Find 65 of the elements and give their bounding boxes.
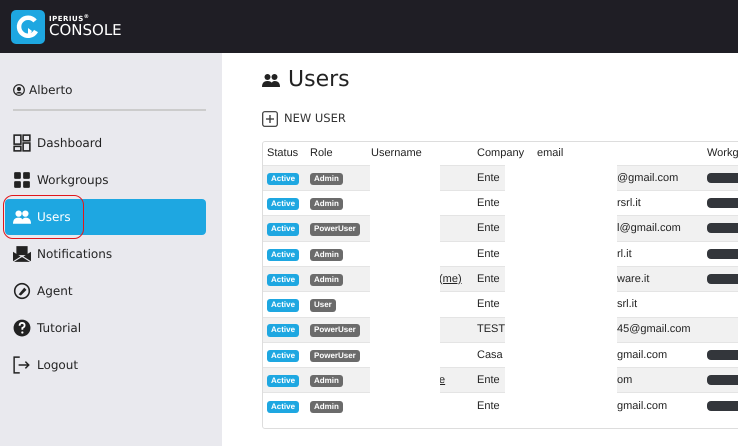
column-header: Username xyxy=(367,142,473,166)
status-badge: Active xyxy=(267,274,300,286)
new-user-button[interactable]: NEW USER xyxy=(262,110,346,128)
table-cell: gmail.com xyxy=(617,348,668,361)
status-badge: Active xyxy=(267,350,300,362)
table-cell: ware.it xyxy=(617,272,650,285)
status-badge: Active xyxy=(267,198,300,210)
table-cell: Ente xyxy=(477,196,500,209)
users-icon xyxy=(262,72,280,86)
table-cell: Ente xyxy=(477,272,500,285)
table-cell: Ente xyxy=(477,374,500,386)
column-header: Company xyxy=(473,142,533,166)
table-cell: @gmail.com xyxy=(617,172,678,184)
status-badge: Active xyxy=(267,400,300,413)
status-badge: Active xyxy=(267,223,300,236)
table-cell: rsrl.it xyxy=(617,196,641,209)
role-badge: PowerUser xyxy=(310,324,360,337)
sidebar-item[interactable]: Notifications xyxy=(5,236,206,272)
user-name: Alberto xyxy=(29,82,73,99)
sidebar-item[interactable]: Logout xyxy=(5,347,206,383)
table-cell: TEST xyxy=(477,323,506,336)
status-badge: Active xyxy=(267,248,300,261)
role-badge: PowerUser xyxy=(310,223,360,236)
role-badge: Admin xyxy=(310,172,343,186)
table-cell: Ente xyxy=(477,222,500,234)
table-cell: om xyxy=(617,374,632,386)
role-badge: Admin xyxy=(310,375,343,388)
table-cell: l@gmail.com xyxy=(617,222,681,234)
plus-icon xyxy=(262,110,278,127)
dashboard-icon xyxy=(13,134,31,152)
brand-name: CONSOLE xyxy=(49,22,122,38)
sidebar-item[interactable]: Dashboard xyxy=(5,125,206,161)
sidebar-item[interactable]: Workgroups xyxy=(5,162,206,198)
role-badge: Admin xyxy=(310,400,343,413)
status-badge: Active xyxy=(267,299,300,312)
status-badge: Active xyxy=(267,324,300,337)
role-badge: User xyxy=(310,299,336,312)
table-cell: rl.it xyxy=(617,248,632,260)
status-badge: Active xyxy=(267,375,300,388)
table-cell: 45@gmail.com xyxy=(617,323,691,336)
table-cell: srl.it xyxy=(617,298,638,310)
role-badge: Admin xyxy=(310,198,343,210)
table-cell: Ente xyxy=(477,298,500,310)
status-badge: Active xyxy=(267,172,300,186)
sidebar-item[interactable]: Tutorial xyxy=(5,310,206,346)
column-header: Status xyxy=(263,142,306,166)
table-cell: Ente xyxy=(477,248,500,260)
username-link[interactable]: (me) xyxy=(439,272,462,285)
table-cell: Casa xyxy=(477,348,503,361)
role-badge: Admin xyxy=(310,274,343,286)
column-header: Role xyxy=(306,142,367,166)
logo-icon xyxy=(11,10,45,44)
table-cell: Ente xyxy=(477,400,500,412)
sidebar-item[interactable]: Agent xyxy=(5,273,206,309)
column-header: email xyxy=(533,142,703,166)
role-badge: PowerUser xyxy=(310,350,360,362)
role-badge: Admin xyxy=(310,248,343,261)
users-icon xyxy=(13,208,31,226)
column-header: Workg xyxy=(703,142,738,166)
table-cell: gmail.com xyxy=(617,400,668,412)
tutorial-icon xyxy=(13,319,31,337)
user-circle-icon xyxy=(13,84,25,96)
table-cell: Ente xyxy=(477,172,500,184)
page-title: Users xyxy=(288,66,350,94)
logout-icon xyxy=(13,356,31,374)
